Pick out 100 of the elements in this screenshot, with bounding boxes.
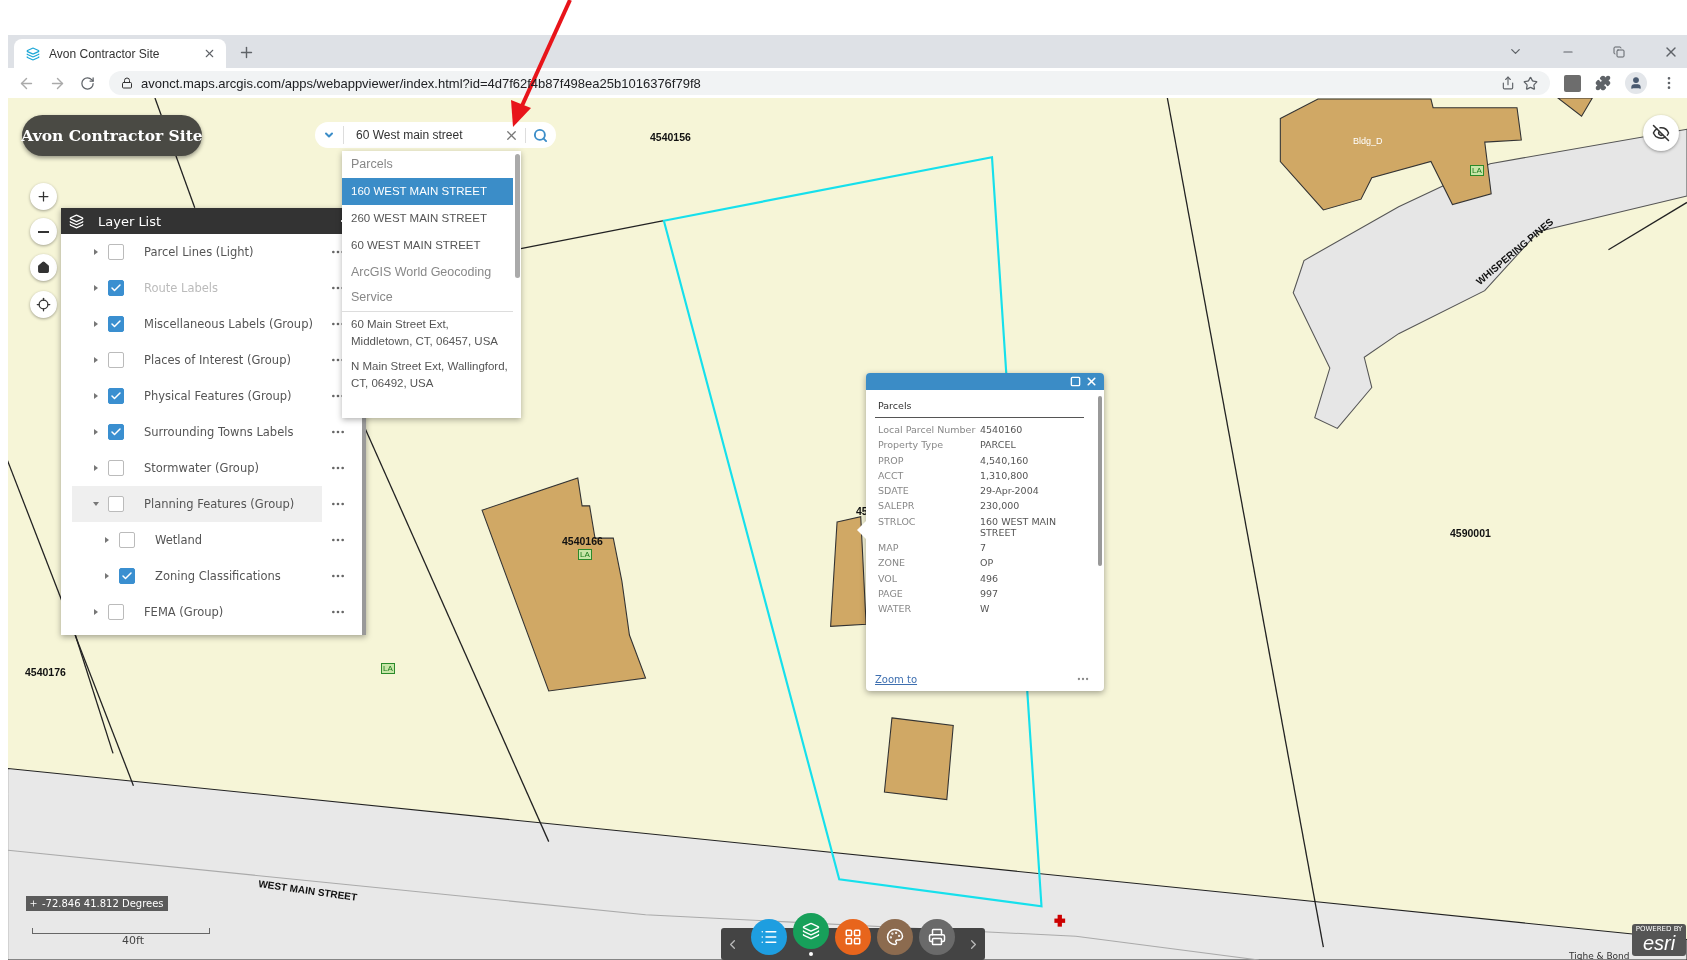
map-label: 4590001	[1450, 527, 1491, 539]
layer-row[interactable]: Miscellaneous Labels (Group)	[72, 306, 322, 342]
maximize-icon[interactable]	[1070, 376, 1081, 387]
search-icon[interactable]	[525, 127, 548, 143]
layer-row[interactable]: FEMA (Group)	[72, 594, 322, 630]
layer-name: Stormwater (Group)	[144, 461, 260, 475]
field-value: 7	[980, 542, 988, 554]
layer-checkbox[interactable]	[108, 460, 124, 476]
layers-icon	[802, 921, 820, 940]
check-icon	[110, 426, 122, 438]
check-icon	[121, 570, 133, 582]
layer-row[interactable]: Stormwater (Group)	[72, 450, 322, 486]
minus-icon	[38, 230, 49, 233]
check-icon	[110, 318, 122, 330]
map-label: 4540176	[25, 666, 66, 678]
layer-row[interactable]: Parcel Lines (Light)	[72, 234, 322, 270]
field-value: W	[980, 603, 991, 615]
field-value: 230,000	[980, 500, 1021, 512]
scrollbar[interactable]	[515, 154, 520, 278]
caret-icon[interactable]	[94, 465, 98, 471]
restore-icon[interactable]	[1613, 45, 1625, 58]
eye-off-icon	[1652, 124, 1670, 142]
browser-tab[interactable]: Avon Contractor Site	[14, 39, 226, 68]
caret-icon[interactable]	[94, 429, 98, 435]
layer-row[interactable]: Physical Features (Group)	[72, 378, 322, 414]
field-label: SDATE	[878, 485, 910, 497]
suggestion-item[interactable]: 160 WEST MAIN STREET	[342, 178, 513, 205]
new-tab-icon[interactable]	[238, 44, 255, 61]
map-tag: LA	[578, 549, 592, 560]
layer-row[interactable]: Wetland	[72, 522, 322, 558]
home-icon	[37, 261, 50, 274]
layer-row[interactable]: Surrounding Towns Labels	[72, 414, 322, 450]
check-icon	[110, 282, 122, 294]
layer-checkbox[interactable]	[108, 244, 124, 260]
layer-row[interactable]: Zoning Classifications	[72, 558, 322, 594]
caret-icon[interactable]	[94, 321, 98, 327]
caret-icon[interactable]	[94, 249, 98, 255]
field-label: PROP	[878, 454, 905, 466]
scrollbar[interactable]	[1098, 396, 1102, 566]
share-icon[interactable]	[1501, 76, 1515, 90]
locate-button[interactable]	[30, 291, 57, 318]
layer-name: Zoning Classifications	[155, 569, 282, 583]
layer-name: Parcel Lines (Light)	[144, 245, 255, 259]
layer-checkbox[interactable]	[108, 604, 124, 620]
zoom-out-button[interactable]	[30, 218, 57, 245]
layer-checkbox[interactable]	[108, 352, 124, 368]
plus-icon	[36, 189, 51, 204]
layer-name: Route Labels	[144, 281, 220, 295]
map-label: 4540156	[650, 131, 691, 143]
search-field[interactable]: 60 West main street	[315, 122, 556, 148]
caret-icon[interactable]	[94, 357, 98, 363]
reload-icon[interactable]	[80, 75, 95, 91]
map-tag: LA	[381, 663, 395, 674]
caret-icon[interactable]	[94, 609, 98, 615]
map-label: Bldg_D	[1353, 136, 1383, 146]
zoom-to-link[interactable]: Zoom to	[875, 673, 918, 685]
grid-icon	[844, 927, 862, 946]
layer-checkbox[interactable]	[119, 568, 135, 584]
palette-icon	[886, 927, 904, 946]
layer-name: Wetland	[155, 533, 204, 547]
layer-row[interactable]: Places of Interest (Group)	[72, 342, 322, 378]
extension-icon[interactable]	[1564, 74, 1581, 92]
field-label: STRLOC	[878, 515, 917, 529]
close-icon[interactable]	[1085, 375, 1098, 388]
check-icon	[110, 390, 122, 402]
layer-checkbox[interactable]	[108, 388, 124, 404]
field-label: MAP	[878, 542, 900, 554]
star-icon[interactable]	[1523, 75, 1538, 91]
caret-icon[interactable]	[93, 502, 99, 506]
field-label: Local Parcel Number	[878, 424, 977, 435]
lock-icon	[121, 77, 133, 89]
visibility-button[interactable]	[1643, 115, 1679, 151]
layer-checkbox[interactable]	[108, 424, 124, 440]
layer-row[interactable]: Planning Features (Group)	[72, 486, 322, 522]
layer-name: Places of Interest (Group)	[144, 353, 292, 367]
attribution-text: Tighe & Bond	[1569, 951, 1630, 960]
print-icon	[928, 927, 946, 946]
caret-icon[interactable]	[105, 573, 109, 579]
layer-name: FEMA (Group)	[144, 605, 225, 619]
puzzle-icon[interactable]	[1595, 75, 1611, 91]
caret-icon[interactable]	[105, 537, 109, 543]
field-label: SALEPR	[878, 500, 916, 512]
zoom-in-button[interactable]	[30, 183, 57, 210]
layer-name: Physical Features (Group)	[144, 389, 293, 403]
close-tab-icon[interactable]	[203, 47, 216, 60]
home-button[interactable]	[30, 254, 57, 281]
profile-icon[interactable]	[1625, 72, 1647, 94]
layer-name: Planning Features (Group)	[144, 497, 296, 511]
field-label: ACCT	[878, 469, 905, 481]
field-label: PAGE	[878, 587, 904, 599]
layers-icon	[69, 213, 84, 229]
field-value: 997	[980, 587, 1000, 599]
field-value: 4540160	[980, 424, 1024, 435]
layer-checkbox[interactable]	[108, 496, 124, 512]
layer-checkbox[interactable]	[119, 532, 135, 548]
layer-name: Miscellaneous Labels (Group)	[144, 317, 314, 331]
site-icon	[26, 46, 40, 61]
field-value: 160 WEST MAIN STREET	[980, 515, 1057, 538]
layer-checkbox[interactable]	[108, 316, 124, 332]
caret-icon[interactable]	[94, 393, 98, 399]
